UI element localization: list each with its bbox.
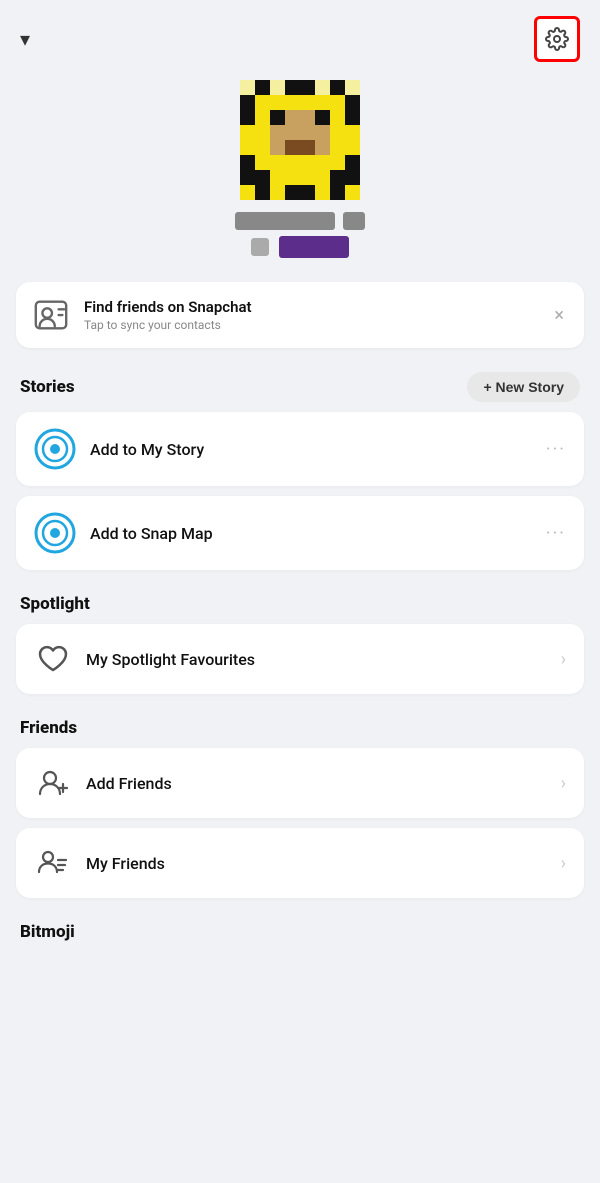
spotlight-favourites-label: My Spotlight Favourites xyxy=(86,650,547,669)
chevron-down-icon[interactable]: ▾ xyxy=(20,27,30,51)
my-friends-icon xyxy=(34,844,72,882)
stories-section-header: Stories + New Story xyxy=(0,364,600,412)
username-redacted-short xyxy=(343,212,365,230)
stories-title: Stories xyxy=(20,377,75,397)
find-friends-banner[interactable]: Find friends on Snapchat Tap to sync you… xyxy=(16,282,584,348)
my-friends-chevron-icon: › xyxy=(561,853,566,874)
heart-icon xyxy=(34,640,72,678)
spotlight-section-header: Spotlight xyxy=(0,586,600,624)
info-redacted-tiny xyxy=(251,238,269,256)
friends-title: Friends xyxy=(20,718,77,738)
username-row xyxy=(235,212,365,230)
friends-section-header: Friends xyxy=(0,710,600,748)
close-banner-button[interactable]: × xyxy=(550,301,568,330)
find-friends-icon xyxy=(32,296,70,334)
new-story-button[interactable]: + New Story xyxy=(467,372,580,402)
avatar-section xyxy=(0,70,600,274)
my-friends-label: My Friends xyxy=(86,854,547,873)
snap-map-label: Add to Snap Map xyxy=(90,524,532,543)
my-story-icon xyxy=(34,428,76,470)
add-friends-card[interactable]: Add Friends › xyxy=(16,748,584,818)
snap-map-icon xyxy=(34,512,76,554)
my-friends-card[interactable]: My Friends › xyxy=(16,828,584,898)
my-story-more-icon[interactable]: ··· xyxy=(546,439,566,460)
spotlight-favourites-card[interactable]: My Spotlight Favourites › xyxy=(16,624,584,694)
info-row xyxy=(251,236,349,258)
add-friends-chevron-icon: › xyxy=(561,773,566,794)
gear-icon xyxy=(545,27,569,51)
add-to-my-story-card[interactable]: Add to My Story ··· xyxy=(16,412,584,486)
spotlight-title: Spotlight xyxy=(20,594,90,614)
add-friends-icon xyxy=(34,764,72,802)
info-redacted-purple xyxy=(279,236,349,258)
avatar[interactable] xyxy=(240,80,360,200)
find-friends-title: Find friends on Snapchat xyxy=(84,298,536,316)
my-story-label: Add to My Story xyxy=(90,440,532,459)
spotlight-chevron-icon: › xyxy=(561,649,566,670)
settings-button[interactable] xyxy=(534,16,580,62)
add-to-snap-map-card[interactable]: Add to Snap Map ··· xyxy=(16,496,584,570)
add-friends-label: Add Friends xyxy=(86,774,547,793)
bitmoji-title: Bitmoji xyxy=(0,914,600,948)
header: ▾ xyxy=(0,0,600,70)
snap-map-more-icon[interactable]: ··· xyxy=(546,523,566,544)
username-redacted xyxy=(235,212,335,230)
find-friends-subtitle: Tap to sync your contacts xyxy=(84,318,536,332)
find-friends-text: Find friends on Snapchat Tap to sync you… xyxy=(84,298,536,332)
